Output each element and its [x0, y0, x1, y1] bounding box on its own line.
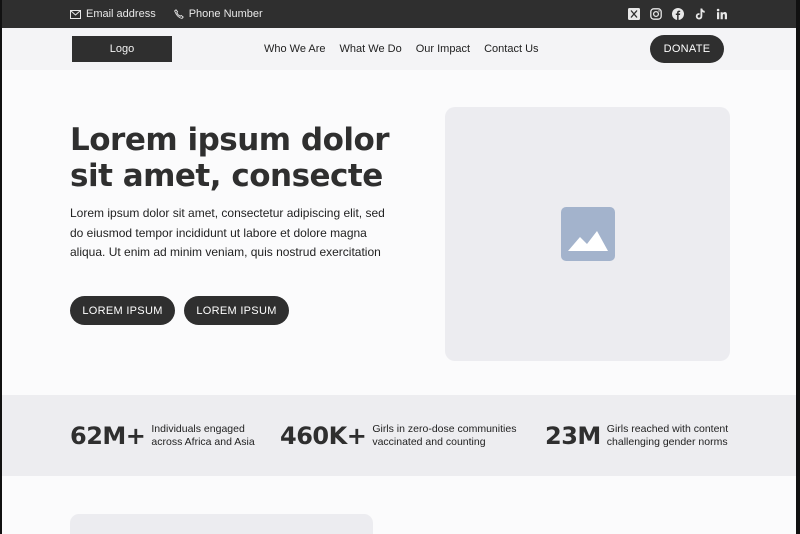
linkedin-icon[interactable]: [715, 8, 728, 21]
stat-individuals-engaged: 62M+ Individuals engaged across Africa a…: [70, 422, 280, 450]
instagram-icon[interactable]: [649, 8, 662, 21]
stat-value: 62M+: [70, 421, 146, 450]
stat-girls-reached: 23M Girls reached with content challengi…: [545, 422, 728, 450]
stat-girls-vaccinated: 460K+ Girls in zero-dose communities vac…: [280, 422, 545, 450]
right-frame-edge: [796, 0, 800, 534]
phone-text: Phone Number: [188, 8, 263, 20]
mail-icon: [70, 9, 81, 19]
email-link[interactable]: Email address: [70, 8, 156, 20]
stat-label: Individuals engaged across Africa and As…: [151, 423, 254, 449]
impact-stats: 62M+ Individuals engaged across Africa a…: [2, 395, 796, 476]
stat-label: Girls reached with content challenging g…: [607, 423, 728, 449]
facebook-icon[interactable]: [671, 8, 684, 21]
stat-value: 460K+: [280, 421, 367, 450]
logo[interactable]: Logo: [72, 36, 172, 62]
tiktok-icon[interactable]: [693, 8, 706, 21]
hero-image-placeholder: [445, 107, 730, 361]
nav-menu: Who We Are What We Do Our Impact Contact…: [264, 28, 539, 70]
stat-label-line-2: challenging gender norms: [606, 435, 728, 448]
hero-section: Lorem ipsum dolor sit amet, consecte Lor…: [2, 70, 796, 395]
hero-buttons: LOREM IPSUM LOREM IPSUM: [70, 296, 289, 325]
phone-icon: [173, 9, 184, 19]
stat-value: 23M: [545, 421, 601, 450]
stat-label-line-1: Girls reached with content: [606, 422, 729, 435]
donate-button[interactable]: DONATE: [650, 35, 724, 63]
hero-title-line-2: sit amet, consecte: [70, 158, 383, 194]
card-placeholder: [70, 514, 373, 534]
page: Email address Phone Number Logo Who We A…: [2, 0, 796, 534]
stat-label-line-1: Girls in zero-dose communities: [372, 422, 517, 435]
stat-label-line-2: vaccinated and counting: [372, 435, 486, 448]
phone-link[interactable]: Phone Number: [173, 8, 263, 20]
nav-item-who-we-are[interactable]: Who We Are: [264, 43, 326, 55]
nav-item-our-impact[interactable]: Our Impact: [416, 43, 470, 55]
hero-body: Lorem ipsum dolor sit amet, consectetur …: [70, 206, 385, 259]
top-bar: Email address Phone Number: [2, 0, 796, 28]
hero-primary-button[interactable]: LOREM IPSUM: [70, 296, 175, 325]
stat-label: Girls in zero-dose communities vaccinate…: [372, 423, 516, 449]
next-section: [2, 476, 796, 534]
nav-item-contact-us[interactable]: Contact Us: [484, 43, 538, 55]
stat-label-line-1: Individuals engaged: [151, 422, 245, 435]
x-icon[interactable]: [627, 8, 640, 21]
hero-title: Lorem ipsum dolor sit amet, consecte: [70, 122, 400, 194]
nav-item-what-we-do[interactable]: What We Do: [340, 43, 402, 55]
image-placeholder-icon: [560, 207, 615, 261]
stat-label-line-2: across Africa and Asia: [151, 435, 255, 448]
social-links: [627, 8, 728, 21]
main-nav: Logo Who We Are What We Do Our Impact Co…: [2, 28, 796, 70]
email-text: Email address: [86, 8, 156, 20]
hero-title-line-1: Lorem ipsum dolor: [70, 122, 390, 158]
hero-secondary-button[interactable]: LOREM IPSUM: [184, 296, 289, 325]
